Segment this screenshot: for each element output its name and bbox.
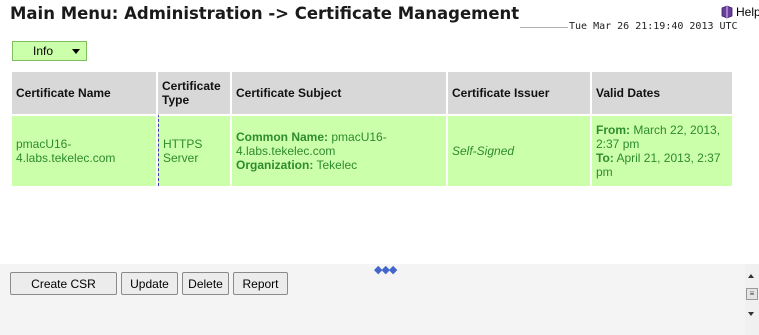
table-row[interactable]: pmacU16-4.labs.tekelec.com HTTPS Server … (12, 114, 732, 186)
chevron-down-icon[interactable] (72, 48, 80, 54)
info-dropdown[interactable]: Info (12, 41, 87, 61)
create-csr-button[interactable]: Create CSR (10, 272, 117, 295)
report-button[interactable]: Report (233, 272, 288, 295)
subject-org-label: Organization: (236, 158, 314, 172)
valid-to-value: April 21, 2013, 2:37 pm (596, 151, 721, 179)
certificate-table-container: Certificate Name Certificate Type Certif… (10, 72, 732, 186)
cell-certificate-issuer[interactable]: Self-Signed (448, 114, 590, 186)
resize-handle-icon[interactable]: ◆◆◆ (374, 263, 397, 276)
help-link[interactable]: Help (720, 5, 759, 19)
cell-valid-dates[interactable]: From: March 22, 2013, 2:37 pm To: April … (592, 114, 732, 186)
scroll-thumb[interactable]: ≡ (746, 288, 758, 300)
delete-button[interactable]: Delete (182, 272, 229, 295)
certificate-table: Certificate Name Certificate Type Certif… (10, 72, 734, 186)
valid-to-label: To: (596, 151, 614, 165)
action-button-row: Create CSR Update Delete Report (10, 272, 288, 295)
server-timestamp: Tue Mar 26 21:19:40 2013 UTC (569, 21, 738, 32)
help-label[interactable]: Help (736, 5, 759, 19)
column-header-valid-dates[interactable]: Valid Dates (592, 72, 732, 114)
update-button[interactable]: Update (121, 272, 178, 295)
subject-org-value: Tekelec (316, 158, 358, 172)
cell-certificate-subject[interactable]: Common Name: pmacU16-4.labs.tekelec.com … (232, 114, 446, 186)
cell-certificate-type[interactable]: HTTPS Server (158, 114, 230, 186)
scroll-down-icon[interactable] (748, 312, 754, 316)
page-title: Main Menu: Administration -> Certificate… (10, 4, 520, 23)
info-dropdown-label[interactable]: Info (33, 44, 53, 58)
help-book-icon[interactable] (720, 5, 734, 19)
table-header-row: Certificate Name Certificate Type Certif… (12, 72, 732, 114)
subject-cn-label: Common Name: (236, 130, 329, 144)
title-divider (520, 27, 568, 28)
vertical-scrollbar[interactable]: ≡ (745, 264, 759, 335)
column-header-certificate-type[interactable]: Certificate Type (158, 72, 230, 114)
column-header-certificate-subject[interactable]: Certificate Subject (232, 72, 446, 114)
column-header-certificate-issuer[interactable]: Certificate Issuer (448, 72, 590, 114)
cell-certificate-name[interactable]: pmacU16-4.labs.tekelec.com (12, 114, 156, 186)
column-header-certificate-name[interactable]: Certificate Name (12, 72, 156, 114)
scroll-up-icon[interactable] (748, 274, 754, 278)
valid-from-label: From: (596, 123, 630, 137)
